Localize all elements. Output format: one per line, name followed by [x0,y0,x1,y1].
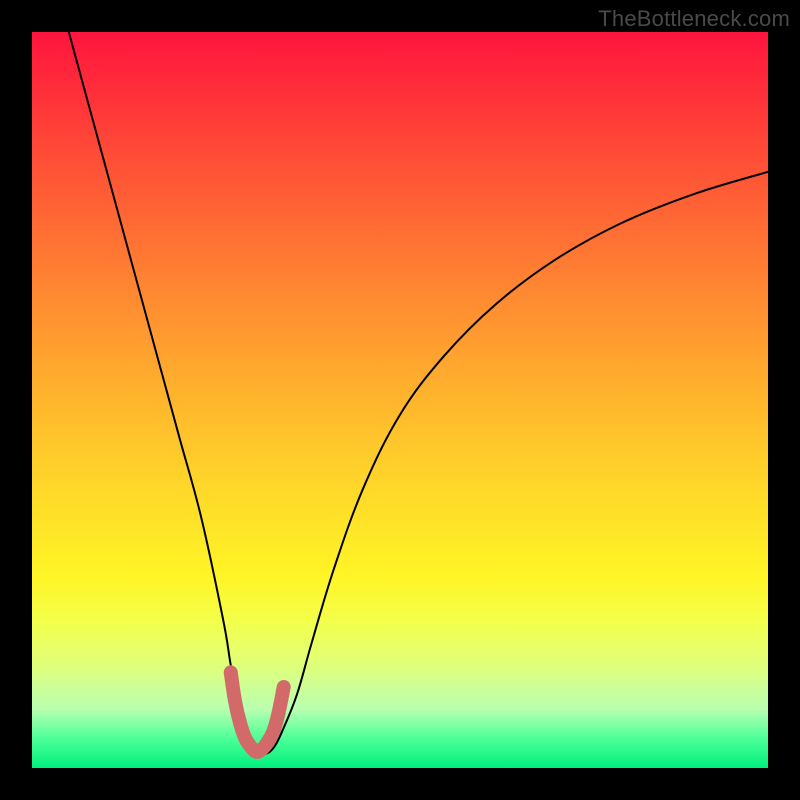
bottleneck-curve [69,32,768,754]
plot-area [32,32,768,768]
curve-layer [32,32,768,768]
chart-frame: TheBottleneck.com [0,0,800,800]
watermark-label: TheBottleneck.com [598,6,790,32]
highlight-valley [231,672,284,752]
